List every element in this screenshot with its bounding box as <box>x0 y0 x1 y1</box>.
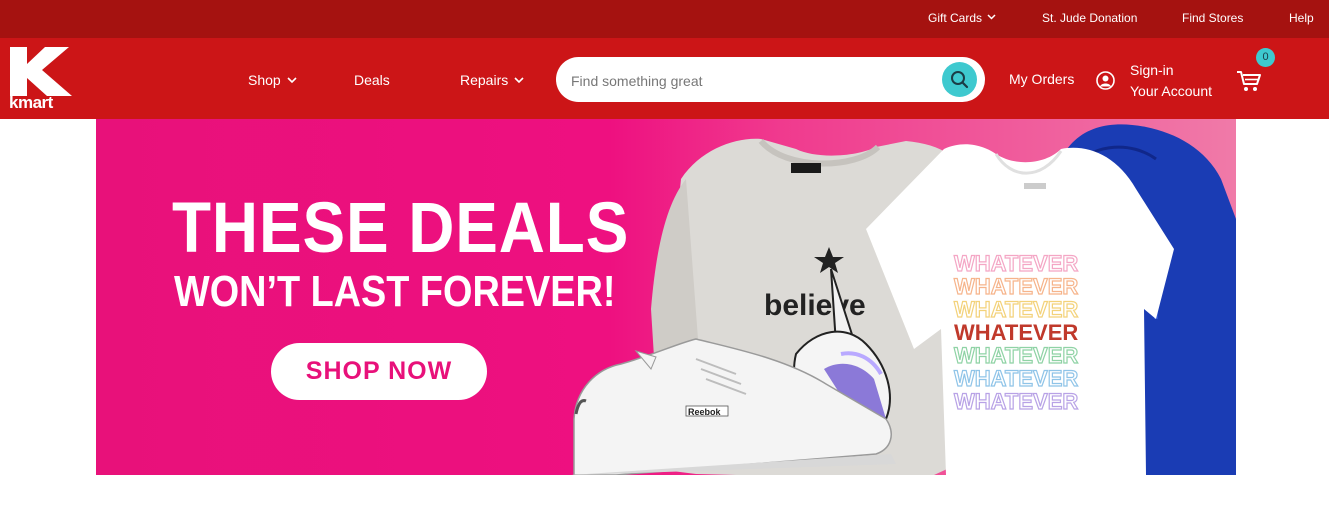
sweatshirt-believe-text: believe <box>764 289 866 322</box>
cart-count-badge: 0 <box>1256 48 1275 67</box>
nav-repairs-label: Repairs <box>460 72 509 88</box>
nav-deals[interactable]: Deals <box>354 72 390 89</box>
search-input[interactable] <box>569 57 933 104</box>
search-bar <box>556 57 985 104</box>
search-icon <box>951 71 969 89</box>
your-account-label: Your Account <box>1130 83 1212 99</box>
gift-cards-label: Gift Cards <box>928 11 983 25</box>
sign-in-link[interactable]: Sign-in Your Account <box>1130 60 1212 102</box>
svg-text:WHATEVER: WHATEVER <box>954 389 1078 414</box>
st-jude-donation-link[interactable]: St. Jude Donation <box>1042 11 1137 26</box>
find-stores-link[interactable]: Find Stores <box>1182 11 1243 26</box>
sneaker-brand-text: Reebok <box>688 407 722 417</box>
sign-in-label: Sign-in <box>1130 62 1174 78</box>
my-orders-link[interactable]: My Orders <box>1009 71 1074 88</box>
banner-headline: THESE DEALS <box>172 189 630 268</box>
chevron-down-icon <box>987 14 996 20</box>
svg-text:WHATEVER: WHATEVER <box>954 297 1078 322</box>
shop-now-button[interactable]: SHOP NOW <box>271 343 487 400</box>
nav-shop[interactable]: Shop <box>248 72 297 89</box>
chevron-down-icon <box>287 77 297 84</box>
svg-text:WHATEVER: WHATEVER <box>954 274 1078 299</box>
search-button[interactable] <box>942 62 977 97</box>
tshirt-whatever-text: WHATEVER <box>954 320 1078 345</box>
gift-cards-link[interactable]: Gift Cards <box>928 11 996 26</box>
svg-text:WHATEVER: WHATEVER <box>954 343 1078 368</box>
help-link[interactable]: Help <box>1289 11 1314 26</box>
chevron-down-icon <box>514 77 524 84</box>
promo-banner[interactable]: believe WHATEVER WHATEVER WHATEVER WHATE… <box>96 119 1236 475</box>
svg-text:WHATEVER: WHATEVER <box>954 366 1078 391</box>
svg-text:WHATEVER: WHATEVER <box>954 251 1078 276</box>
cart-icon[interactable] <box>1236 70 1262 92</box>
user-icon[interactable] <box>1096 71 1115 90</box>
banner-subheadline: WON’T LAST FOREVER! <box>174 267 616 316</box>
logo-wordmark: kmart <box>9 93 53 112</box>
nav-repairs[interactable]: Repairs <box>460 72 524 89</box>
nav-shop-label: Shop <box>248 72 281 88</box>
